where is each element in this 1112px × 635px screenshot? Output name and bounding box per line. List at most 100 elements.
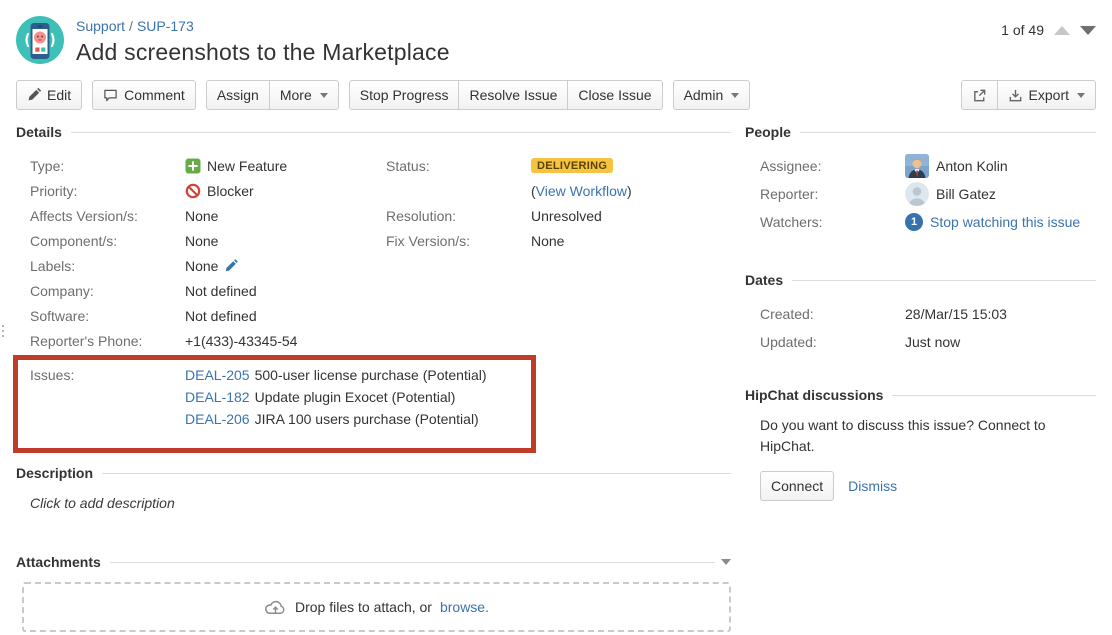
comment-button[interactable]: Comment: [92, 80, 196, 110]
issue-header: Support/SUP-173 Add screenshots to the M…: [0, 0, 1112, 66]
issue-key-link[interactable]: DEAL-205: [185, 365, 250, 386]
close-issue-label: Close Issue: [578, 87, 651, 103]
dropzone-text: Drop files to attach, or: [295, 599, 432, 615]
breadcrumb-issue-link[interactable]: SUP-173: [137, 18, 194, 34]
hipchat-dismiss-link[interactable]: Dismiss: [848, 478, 897, 494]
type-value: New Feature: [207, 158, 287, 174]
add-description-field[interactable]: Click to add description: [30, 495, 731, 511]
attachments-section: Attachments Drop files to attach, or bro…: [16, 554, 731, 632]
field-resolution: Resolution: Unresolved: [386, 203, 717, 228]
description-section-title: Description: [16, 465, 93, 481]
chevron-down-icon: [1077, 93, 1085, 98]
export-menu-button[interactable]: Export: [997, 80, 1096, 110]
workflow-button-group: Stop Progress Resolve Issue Close Issue: [349, 80, 663, 110]
field-watchers: Watchers: 1 Stop watching this issue: [745, 208, 1096, 236]
attachments-section-header: Attachments: [16, 554, 731, 570]
company-value: Not defined: [185, 283, 257, 299]
people-section-title: People: [745, 124, 791, 140]
more-menu-button[interactable]: More: [269, 80, 339, 110]
issue-main-panel: Details Type: New Feature Priority: Bloc…: [16, 124, 731, 632]
hipchat-connect-button[interactable]: Connect: [760, 471, 834, 501]
issue-key-link[interactable]: DEAL-206: [185, 409, 250, 430]
issue-key-link[interactable]: DEAL-182: [185, 387, 250, 408]
reporter-name: Bill Gatez: [936, 186, 996, 202]
issue-summary: 500-user license purchase (Potential): [255, 365, 487, 386]
breadcrumb-project-link[interactable]: Support: [76, 18, 125, 34]
field-reporter: Reporter: Bill Gatez: [745, 180, 1096, 208]
issue-toolbar: Edit Comment Assign More Stop Progress R…: [0, 70, 1112, 110]
attachments-section-title: Attachments: [16, 554, 101, 570]
details-grid: Type: New Feature Priority: Blocker Affe…: [16, 153, 731, 353]
view-workflow-link[interactable]: View Workflow: [536, 183, 627, 199]
fix-versions-value: None: [531, 233, 564, 249]
more-button-label: More: [280, 87, 312, 103]
connect-button-label: Connect: [771, 478, 823, 494]
assignee-label: Assignee:: [760, 158, 905, 174]
assignee-name: Anton Kolin: [936, 158, 1008, 174]
edit-button-label: Edit: [47, 87, 71, 103]
attachment-dropzone[interactable]: Drop files to attach, or browse.: [22, 582, 731, 632]
stop-progress-button[interactable]: Stop Progress: [349, 80, 460, 110]
field-status: Status: DELIVERING: [386, 153, 717, 178]
section-divider: [102, 473, 731, 474]
reporters-phone-value: +1(433)-43345-54: [185, 333, 297, 349]
affects-versions-value: None: [185, 208, 218, 224]
components-label: Component/s:: [30, 233, 185, 249]
priority-value: Blocker: [207, 183, 254, 199]
dates-section-title: Dates: [745, 272, 783, 288]
resolution-value: Unresolved: [531, 208, 602, 224]
dates-section: Dates Created: 28/Mar/15 15:03 Updated: …: [745, 272, 1096, 356]
panel-resize-grip[interactable]: [2, 325, 4, 337]
resolve-issue-label: Resolve Issue: [469, 87, 557, 103]
field-assignee: Assignee: Anton Kolin: [745, 152, 1096, 180]
close-issue-button[interactable]: Close Issue: [567, 80, 662, 110]
field-view-workflow: (View Workflow): [386, 178, 717, 203]
details-section-header: Details: [16, 124, 731, 140]
field-labels: Labels: None: [30, 253, 372, 278]
resolve-issue-button[interactable]: Resolve Issue: [458, 80, 568, 110]
field-company: Company: Not defined: [30, 278, 372, 303]
stop-watching-link[interactable]: Stop watching this issue: [930, 214, 1080, 230]
page-title: Add screenshots to the Marketplace: [76, 39, 450, 66]
pager-position: 1 of 49: [1001, 22, 1044, 38]
field-type: Type: New Feature: [30, 153, 372, 178]
field-updated: Updated: Just now: [745, 328, 1096, 356]
assign-button[interactable]: Assign: [206, 80, 270, 110]
pencil-icon: [27, 88, 41, 102]
watchers-count-badge[interactable]: 1: [905, 213, 923, 231]
stop-progress-label: Stop Progress: [360, 87, 449, 103]
priority-label: Priority:: [30, 183, 185, 199]
workflow-paren-close: ): [627, 183, 632, 199]
issue-summary: JIRA 100 users purchase (Potential): [255, 409, 479, 430]
resolution-label: Resolution:: [386, 208, 531, 224]
section-divider: [792, 280, 1096, 281]
chevron-down-icon: [731, 93, 739, 98]
next-issue-button[interactable]: [1080, 26, 1096, 35]
comment-bubble-icon: [103, 88, 118, 103]
cloud-upload-icon: [264, 597, 287, 617]
admin-menu-button[interactable]: Admin: [673, 80, 751, 110]
status-badge: DELIVERING: [531, 158, 613, 173]
software-label: Software:: [30, 308, 185, 324]
issue-summary: Update plugin Exocet (Potential): [255, 387, 456, 408]
hipchat-section-header: HipChat discussions: [745, 387, 1096, 403]
previous-issue-button[interactable]: [1054, 26, 1070, 35]
created-value: 28/Mar/15 15:03: [905, 306, 1007, 322]
edit-labels-pencil-icon[interactable]: [224, 258, 239, 273]
share-button[interactable]: [961, 80, 998, 110]
details-section-title: Details: [16, 124, 62, 140]
breadcrumb-separator: /: [129, 18, 133, 34]
field-issues: Issues: DEAL-205 500-user license purcha…: [30, 365, 531, 430]
browse-files-link[interactable]: browse.: [440, 599, 489, 615]
export-button-label: Export: [1029, 87, 1069, 103]
issues-label: Issues:: [30, 365, 185, 430]
software-value: Not defined: [185, 308, 257, 324]
collapse-section-icon[interactable]: [721, 559, 731, 565]
assign-button-group: Assign More: [206, 80, 339, 110]
admin-button-label: Admin: [684, 87, 724, 103]
edit-button[interactable]: Edit: [16, 80, 82, 110]
field-components: Component/s: None: [30, 228, 372, 253]
comment-button-label: Comment: [124, 87, 185, 103]
linked-issue-row: DEAL-182 Update plugin Exocet (Potential…: [185, 387, 487, 408]
company-label: Company:: [30, 283, 185, 299]
